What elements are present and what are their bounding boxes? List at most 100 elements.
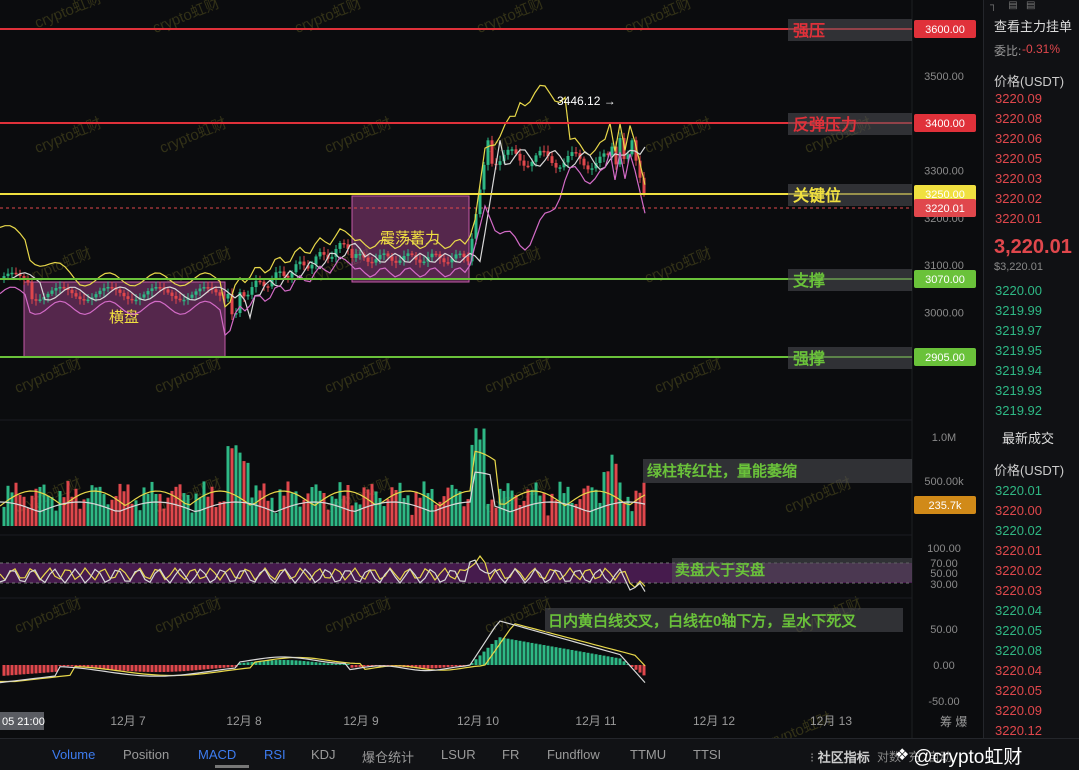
volume-bar xyxy=(458,491,462,526)
time-axis-label: 12月 7 xyxy=(110,714,146,728)
macd-histogram-bar xyxy=(206,665,210,670)
macd-histogram-bar xyxy=(278,659,282,665)
volume-bar xyxy=(74,488,78,526)
candle-body xyxy=(454,254,458,259)
candle-body xyxy=(206,287,210,289)
time-axis-label: 12月 10 xyxy=(457,714,499,728)
volume-bar xyxy=(206,496,210,526)
volume-current-text: 235.7k xyxy=(928,500,962,512)
volume-bar xyxy=(410,514,414,526)
tab-position[interactable]: Position xyxy=(123,747,169,762)
time-cursor-label: 05 21:00 xyxy=(2,716,45,728)
community-indicators-tab[interactable]: ⁝ 社区指标 xyxy=(810,747,870,766)
chart-area[interactable]: 3500.00 3300.00 3200.00 3100.00 3000.00 crypt… xyxy=(0,0,983,738)
candle-body xyxy=(130,298,134,301)
macd-histogram-bar xyxy=(494,640,498,665)
volume-bar xyxy=(334,498,338,526)
tab-爆仓统计[interactable]: 爆仓统计 xyxy=(362,747,414,766)
macd-histogram-bar xyxy=(318,662,322,665)
last-price-usd: $3,220.01 xyxy=(994,261,1043,273)
candle-body xyxy=(82,299,86,301)
current-price-text: 3220.01 xyxy=(925,203,965,215)
macd-histogram-bar xyxy=(554,647,558,665)
tab-rsi[interactable]: RSI xyxy=(264,747,286,762)
tab-volume[interactable]: Volume xyxy=(52,747,95,762)
volume-bar xyxy=(406,495,410,526)
volume-bar xyxy=(310,487,314,526)
macd-histogram-bar xyxy=(510,639,514,665)
macd-histogram-bar xyxy=(334,663,338,665)
macd-histogram-bar xyxy=(214,665,218,669)
tab-lsur[interactable]: LSUR xyxy=(441,747,476,762)
candle-body xyxy=(418,259,422,263)
volume-bar xyxy=(290,493,294,526)
candle-body xyxy=(110,286,114,289)
rsi-axis-label: 30.00 xyxy=(930,579,958,591)
tab-underline xyxy=(215,765,249,768)
volume-bar xyxy=(482,428,486,526)
tab-fundflow[interactable]: Fundflow xyxy=(547,747,600,762)
candle-body xyxy=(218,292,222,296)
tab-fr[interactable]: FR xyxy=(502,747,519,762)
macd-histogram-bar xyxy=(170,665,174,672)
macd-histogram-bar xyxy=(26,665,30,674)
macd-histogram-bar xyxy=(106,665,110,670)
key-level-label: 关键位 xyxy=(793,186,841,205)
macd-histogram-bar xyxy=(122,665,126,671)
macd-histogram-bar xyxy=(478,655,482,665)
bollinger-lower xyxy=(0,151,646,337)
candle-body xyxy=(410,253,414,256)
panel-top-icons: ┐ ▤ ▤ xyxy=(990,0,1036,11)
volume-bar xyxy=(630,511,634,526)
candle-body xyxy=(322,252,326,255)
tab-macd[interactable]: MACD xyxy=(198,747,236,762)
candle-body xyxy=(70,289,74,294)
volume-bar xyxy=(562,493,566,526)
volume-bar xyxy=(306,493,310,526)
macd-histogram-bar xyxy=(502,637,506,665)
candle-body xyxy=(266,286,270,288)
latest-trades-title[interactable]: 最新成交 xyxy=(1002,428,1054,447)
volume-bar xyxy=(490,499,494,526)
volume-bar xyxy=(230,448,234,526)
candle-body xyxy=(170,292,174,296)
volume-bar xyxy=(386,499,390,526)
strong-support-price-text: 2905.00 xyxy=(925,352,965,364)
volume-bar xyxy=(402,498,406,526)
candle-body xyxy=(34,299,38,301)
macd-histogram-bar xyxy=(570,649,574,665)
macd-histogram-bar xyxy=(562,648,566,665)
macd-histogram-bar xyxy=(146,665,150,672)
macd-histogram-bar xyxy=(274,660,278,665)
tab-ttsi[interactable]: TTSI xyxy=(693,747,721,762)
macd-histogram-bar xyxy=(158,665,162,673)
volume-bar xyxy=(58,491,62,526)
volume-bar xyxy=(146,493,150,526)
candle-body xyxy=(298,261,302,265)
rebound-resistance-label: 反弹压力 xyxy=(793,115,857,134)
macd-histogram-bar xyxy=(566,649,570,665)
candle-body xyxy=(166,289,170,293)
macd-histogram-bar xyxy=(474,659,478,665)
candle-body xyxy=(258,280,262,283)
price-axis-label: 3500.00 xyxy=(924,71,964,83)
volume-bar xyxy=(350,505,354,526)
macd-histogram-bar xyxy=(314,662,318,665)
macd-histogram-bar xyxy=(30,665,34,674)
macd-histogram-bar xyxy=(614,657,618,665)
tab-kdj[interactable]: KDJ xyxy=(311,747,336,762)
macd-histogram-bar xyxy=(522,641,526,665)
macd-histogram-bar xyxy=(10,665,14,676)
candle-body xyxy=(242,292,246,297)
volume-bar xyxy=(382,506,386,526)
volume-bar xyxy=(338,482,342,526)
candle-body xyxy=(30,282,34,300)
strong-support-label: 强撑 xyxy=(793,349,825,368)
trade-price: 3220.05 xyxy=(995,623,1042,638)
tab-ttmu[interactable]: TTMU xyxy=(630,747,666,762)
kline-chart[interactable]: 3500.003300.003200.003100.003000.00crypt… xyxy=(0,0,983,738)
order-book-title[interactable]: 查看主力挂单 xyxy=(994,16,1072,35)
volume-bar xyxy=(614,463,618,526)
volume-annotation: 绿柱转红柱，量能萎缩 xyxy=(647,462,797,480)
macd-histogram-bar xyxy=(422,665,426,669)
